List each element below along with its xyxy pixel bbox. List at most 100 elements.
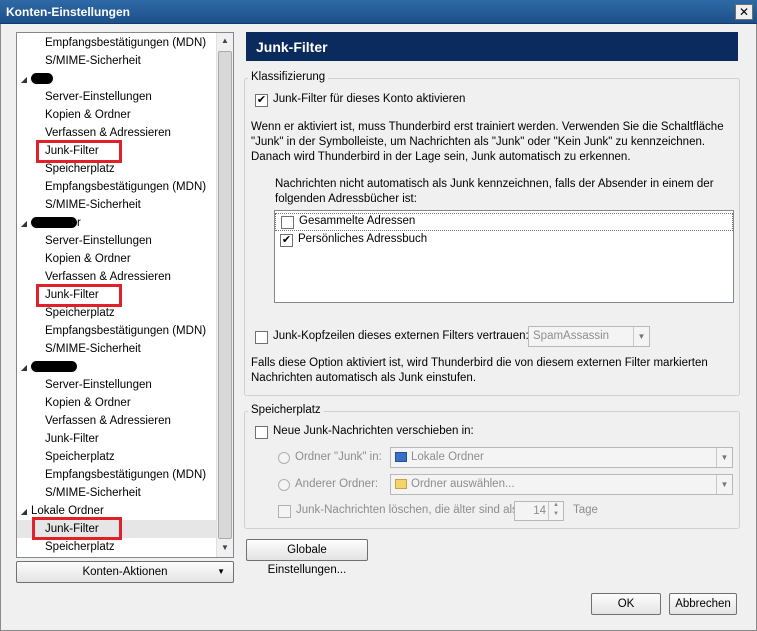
move-junk-checkbox[interactable] [255,426,268,439]
tree-account[interactable]: ◢ r [17,214,81,232]
title-bar: Konten-Einstellungen ✕ [0,0,757,24]
highlight-box [32,517,122,540]
tree-item[interactable]: Server-Einstellungen [45,232,152,250]
cancel-button[interactable]: Abbrechen [669,593,737,615]
ok-button[interactable]: OK [591,593,661,615]
tree-item-label: Kopien & Ordner [45,253,131,265]
tree-item[interactable]: Kopien & Ordner [45,250,131,268]
classification-description: Wenn er aktiviert ist, muss Thunderbird … [251,121,724,163]
other-folder-radio[interactable] [278,479,290,491]
other-folder-label: Anderer Ordner: [295,478,379,490]
list-item[interactable]: Gesammelte Adressen [275,213,733,231]
trust-headers-label: Junk-Kopfzeilen dieses externen Filters … [273,330,529,342]
tree-item-label: r [77,217,81,229]
address-book-label: Persönliches Adressbuch [298,233,428,245]
tree-item-label: Speicherplatz [45,451,115,463]
list-item[interactable]: ✔ Persönliches Adressbuch [275,232,733,250]
tree-item-label: Verfassen & Adressieren [45,271,171,283]
other-folder-value: Ordner auswählen... [411,478,515,490]
trust-note: Falls diese Option aktiviert ist, wird T… [251,357,708,384]
account-actions-label: Konten-Aktionen [82,566,168,578]
scroll-up-icon[interactable]: ▲ [217,33,233,49]
junk-folder-select[interactable]: Lokale Ordner ▼ [390,447,733,468]
redacted-account-name [31,361,77,373]
delete-old-checkbox[interactable] [278,505,291,518]
close-button[interactable]: ✕ [735,4,753,20]
storage-legend: Speicherplatz [248,404,324,416]
address-book-list[interactable]: Gesammelte Adressen ✔ Persönliches Adres… [274,210,734,303]
tree-item-label: Empfangsbestätigungen (MDN) [45,469,207,481]
tree-item[interactable]: Speicherplatz [45,304,115,322]
tree-item[interactable]: Speicherplatz [45,160,115,178]
delete-days-value: 14 [533,505,546,517]
address-book-checkbox[interactable] [281,216,294,229]
tree-item-label: Kopien & Ordner [45,397,131,409]
tree-item[interactable]: Speicherplatz [45,538,115,556]
expand-triangle-icon[interactable]: ◢ [17,215,31,233]
tree-item-label: Server-Einstellungen [45,91,152,103]
tree-item[interactable]: Kopien & Ordner [45,106,131,124]
stepper-down-icon[interactable]: ▼ [548,511,563,520]
dropdown-arrow-icon: ▼ [217,567,225,576]
tree-item-label: Empfangsbestätigungen (MDN) [45,181,207,193]
junk-folder-label: Ordner "Junk" in: [295,451,382,463]
tree-item-label: S/MIME-Sicherheit [45,343,141,355]
tree-item[interactable]: Kopien & Ordner [45,394,131,412]
tree-item-label: Empfangsbestätigungen (MDN) [45,37,207,49]
tree-item-label: Verfassen & Adressieren [45,127,171,139]
tree-item-label: S/MIME-Sicherheit [45,487,141,499]
other-folder-select[interactable]: Ordner auswählen... ▼ [390,474,733,495]
tree-item[interactable]: Empfangsbestätigungen (MDN) [45,34,206,52]
tree-scrollbar[interactable]: ▲ ▼ [216,33,233,557]
trust-headers-checkbox[interactable] [255,331,268,344]
move-junk-label: Neue Junk-Nachrichten verschieben in: [273,425,474,437]
address-book-checkbox[interactable]: ✔ [280,234,293,247]
global-settings-button[interactable]: Globale Einstellungen... [246,539,368,576]
tree-item-label: Speicherplatz [45,307,115,319]
tree-item[interactable]: Speicherplatz [45,448,115,466]
chevron-down-icon: ▼ [716,448,732,467]
account-tree[interactable]: Empfangsbestätigungen (MDN) S/MIME-Sicher… [16,32,234,558]
tree-account[interactable]: ◢ [17,358,77,376]
scroll-down-icon[interactable]: ▼ [217,540,233,556]
tree-item-label: Server-Einstellungen [45,235,152,247]
tree-item[interactable]: S/MIME-Sicherheit [45,340,141,358]
tree-item[interactable]: Empfangsbestätigungen (MDN) [45,466,206,484]
chevron-down-icon: ▼ [633,327,649,346]
expand-triangle-icon[interactable]: ◢ [17,71,31,89]
expand-triangle-icon[interactable]: ◢ [17,359,31,377]
tree-item[interactable]: S/MIME-Sicherheit [45,196,141,214]
tree-item-label: S/MIME-Sicherheit [45,199,141,211]
enable-junk-checkbox[interactable]: ✔ [255,94,268,107]
tree-item[interactable]: Verfassen & Adressieren [45,412,171,430]
tree-item[interactable]: Empfangsbestätigungen (MDN) [45,322,206,340]
scroll-thumb[interactable] [218,51,232,539]
tree-account[interactable]: ◢ [17,70,53,88]
window-title: Konten-Einstellungen [6,5,130,19]
tree-item-label: Lokale Ordner [31,505,104,517]
junk-folder-radio[interactable] [278,452,290,464]
account-actions-button[interactable]: Konten-Aktionen ▼ [16,561,234,583]
external-filter-select[interactable]: SpamAssassin ▼ [528,326,650,347]
tree-item[interactable]: Empfangsbestätigungen (MDN) [45,178,206,196]
close-icon: ✕ [738,5,750,19]
junk-folder-value: Lokale Ordner [411,451,484,463]
tree-item[interactable]: S/MIME-Sicherheit [45,52,141,70]
redacted-account-name [31,73,53,85]
redacted-account-name [31,217,77,229]
stepper-up-icon[interactable]: ▲ [548,502,563,511]
tree-item[interactable]: S/MIME-Sicherheit [45,484,141,502]
tree-item-label: Kopien & Ordner [45,109,131,121]
panel-title: Junk-Filter [246,32,738,61]
delete-days-stepper[interactable]: 14 ▲ ▼ [514,501,564,521]
computer-icon [395,451,407,462]
tree-item[interactable]: Server-Einstellungen [45,88,152,106]
tree-item-label: Empfangsbestätigungen (MDN) [45,325,207,337]
tree-item-label: Speicherplatz [45,541,115,553]
folder-icon [395,478,407,489]
tree-item[interactable]: Server-Einstellungen [45,376,152,394]
external-filter-value: SpamAssassin [533,330,610,342]
expand-triangle-icon[interactable]: ◢ [17,503,31,521]
delete-old-label: Junk-Nachrichten löschen, die älter sind… [296,504,518,516]
tree-item[interactable]: Junk-Filter [45,430,99,448]
